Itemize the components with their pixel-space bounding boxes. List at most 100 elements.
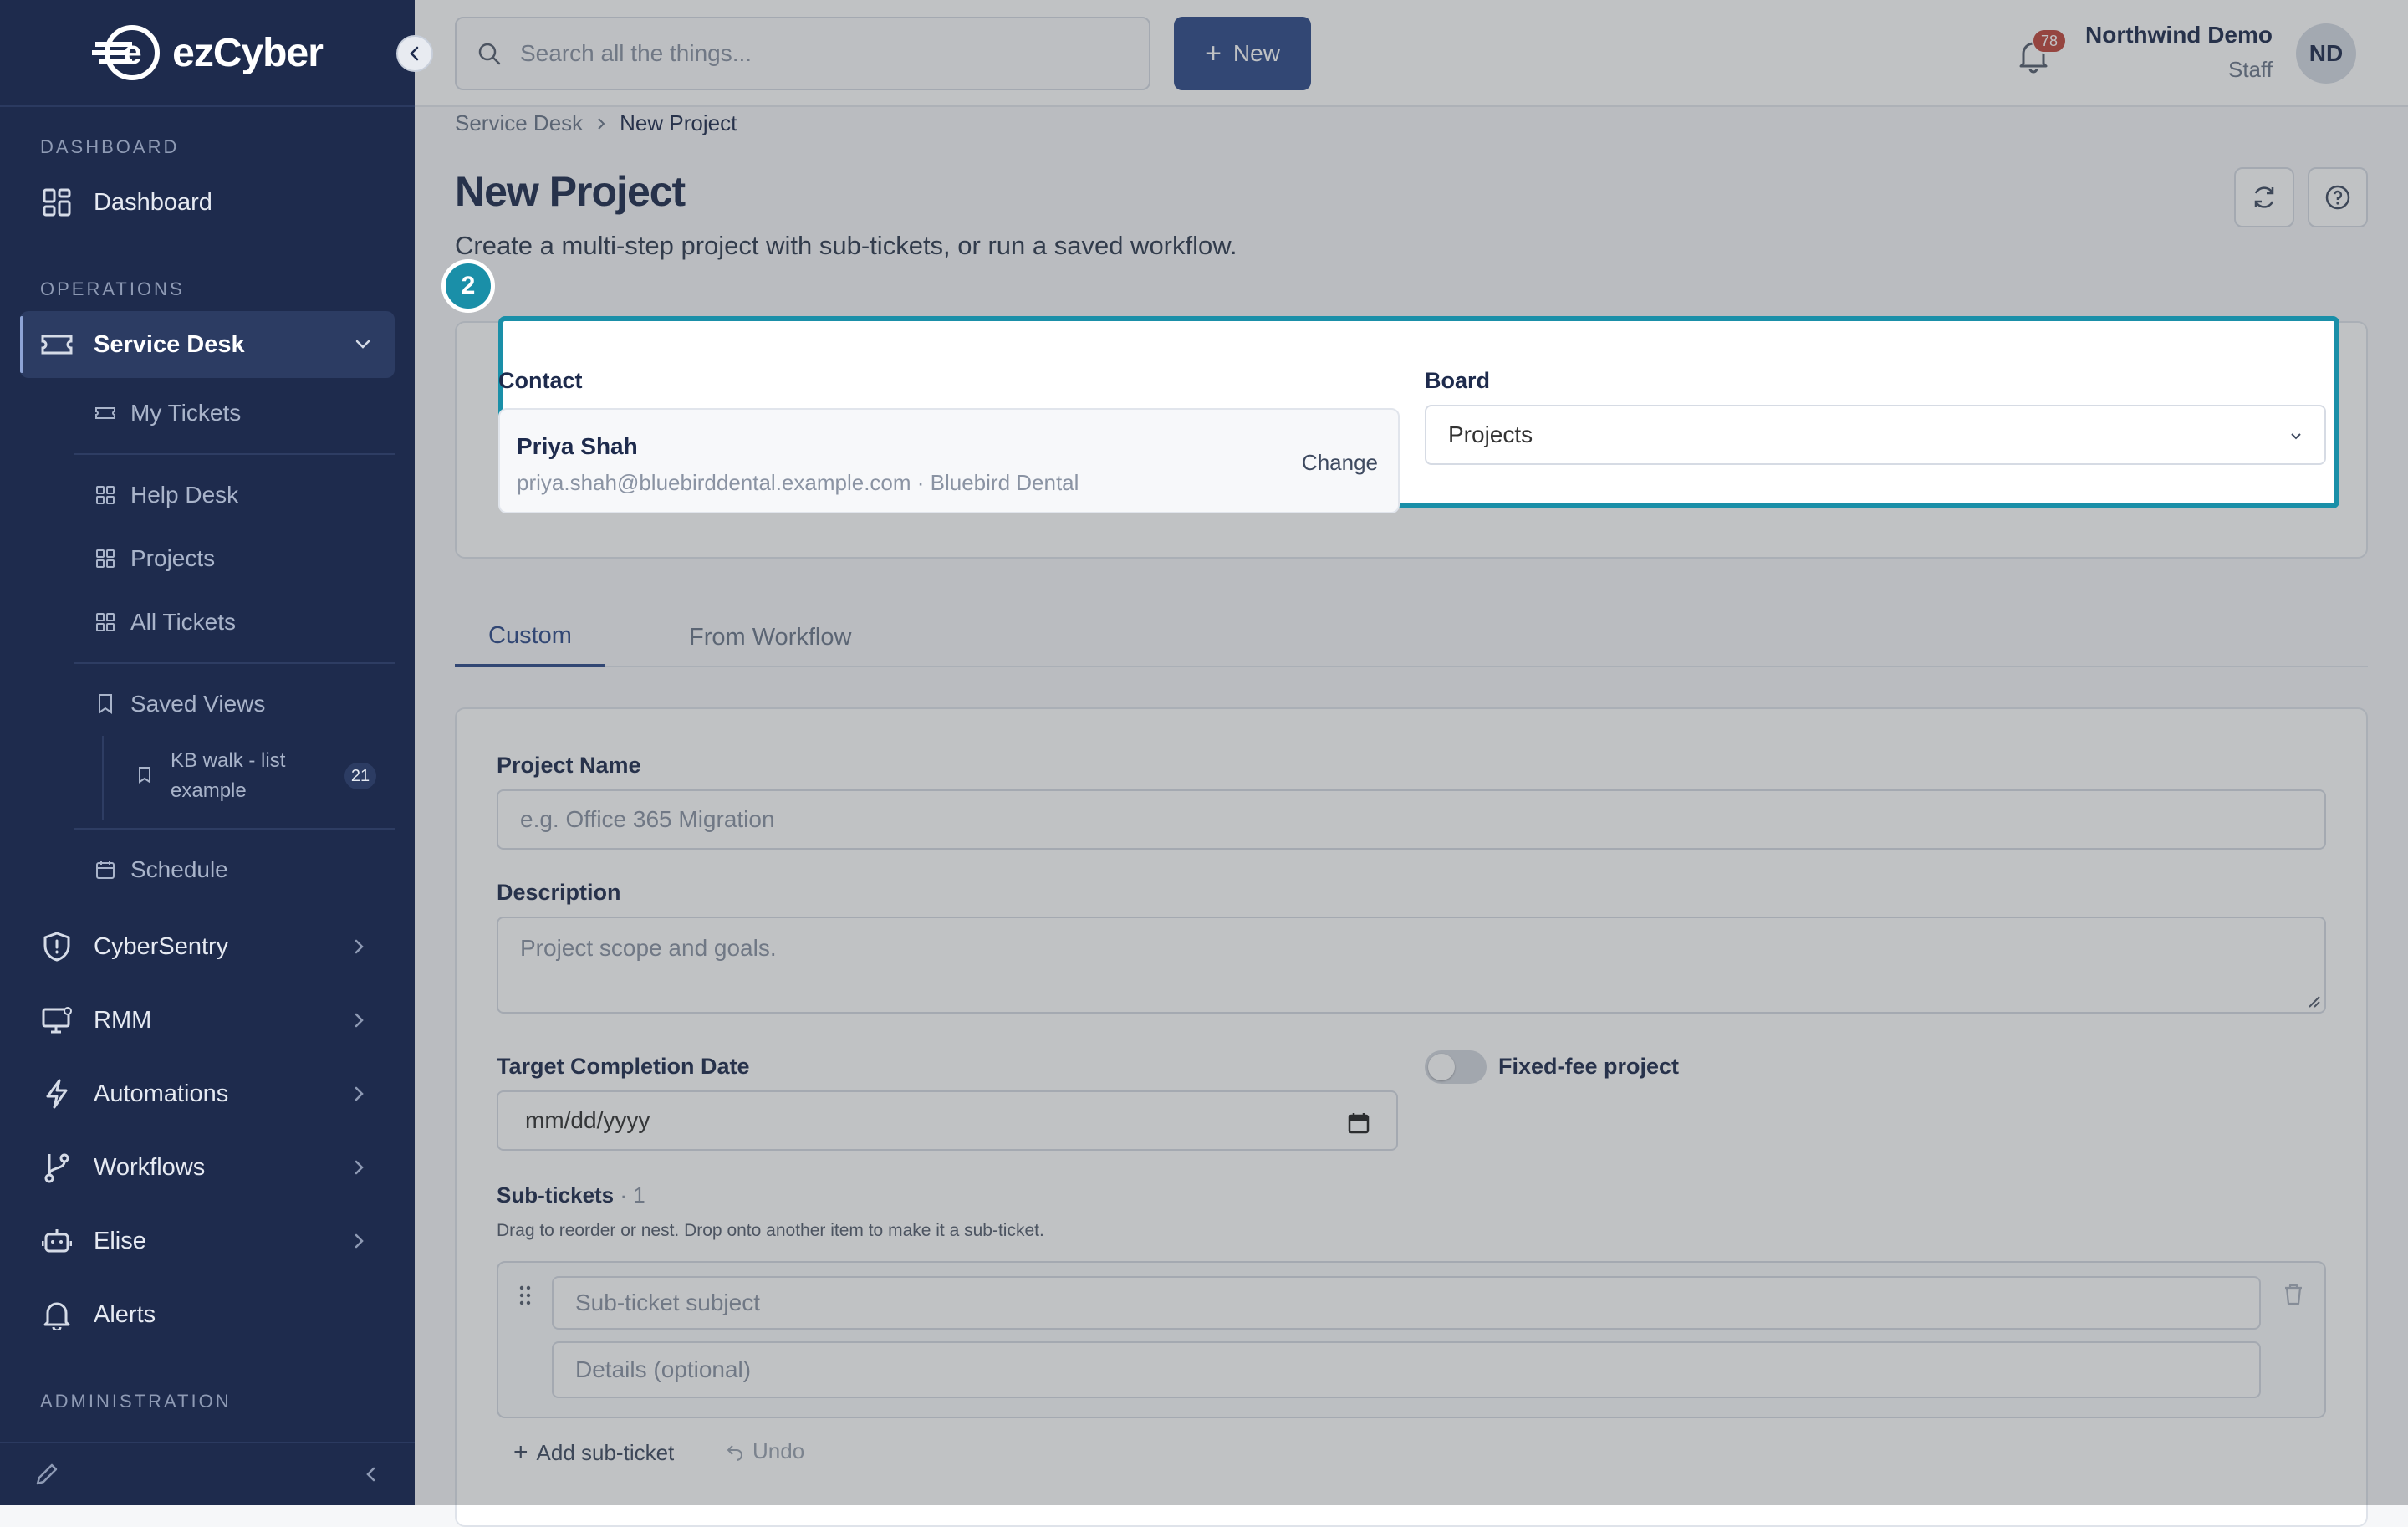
board-select-value: Projects (1448, 421, 1533, 447)
bell-icon (40, 1298, 74, 1331)
chevron-left-icon[interactable] (361, 1464, 381, 1484)
resize-handle-icon[interactable] (2304, 992, 2321, 1009)
subticket-details-placeholder: Details (optional) (575, 1356, 752, 1382)
help-desk-label: Help Desk (130, 482, 239, 508)
logo-area: e ezCyber (0, 0, 433, 107)
grid-icon (94, 610, 117, 634)
chevron-down-icon (355, 340, 370, 349)
branch-icon (40, 1151, 74, 1184)
nav-alerts[interactable]: Alerts (0, 1284, 415, 1345)
fixed-fee-toggle[interactable] (1425, 1050, 1487, 1084)
page-title: New Project (455, 168, 686, 215)
nav-rmm[interactable]: RMM (0, 990, 415, 1050)
contact-name: Priya Shah (517, 433, 638, 459)
sidebar-item-my-tickets[interactable]: My Tickets (94, 388, 241, 438)
chevron-right-icon (355, 939, 364, 954)
chevron-right-icon (355, 1233, 364, 1249)
lightning-icon (40, 1077, 74, 1111)
pencil-icon[interactable] (33, 1461, 60, 1488)
subticket-subject-input[interactable]: Sub-ticket subject (552, 1276, 2261, 1330)
target-date-placeholder: mm/dd/yyyy (525, 1107, 650, 1133)
all-tickets-label: All Tickets (130, 609, 237, 635)
sidebar-item-help-desk[interactable]: Help Desk (94, 470, 238, 520)
help-button[interactable] (2308, 167, 2368, 227)
nav-elise[interactable]: Elise (0, 1211, 415, 1271)
sidebar-item-saved-views[interactable]: Saved Views (94, 679, 265, 729)
sidebar: e ezCyber DASHBOARD Dashboard OPERATIONS… (0, 0, 433, 1505)
tree-line (102, 736, 104, 820)
subtickets-label: Sub-tickets (497, 1182, 615, 1208)
kb-walk-line1: KB walk - list (171, 749, 286, 772)
shield-icon (40, 930, 74, 963)
tab-from-workflow[interactable]: From Workflow (656, 607, 885, 667)
description-textarea[interactable]: Project scope and goals. (497, 917, 2326, 1014)
monitor-icon (40, 1004, 74, 1037)
board-select[interactable]: Projects (1425, 405, 2326, 465)
nav-dashboard[interactable]: Dashboard (0, 172, 415, 232)
nav-automations[interactable]: Automations (0, 1064, 415, 1124)
contact-details: priya.shah@bluebirddental.example.com · … (517, 470, 1079, 495)
target-date-input[interactable]: mm/dd/yyyy (497, 1090, 1398, 1151)
nav-dashboard-label: Dashboard (94, 188, 212, 216)
grid-icon (94, 483, 117, 507)
subticket-item: Sub-ticket subject Details (optional) (497, 1261, 2326, 1418)
project-name-placeholder: e.g. Office 365 Migration (520, 806, 775, 832)
project-name-input[interactable]: e.g. Office 365 Migration (497, 789, 2326, 850)
tour-highlight: Contact Priya Shah priya.shah@bluebirdde… (498, 316, 2339, 513)
nav-workflows[interactable]: Workflows (0, 1137, 415, 1198)
sidebar-item-schedule[interactable]: Schedule (94, 845, 228, 895)
plus-icon: + (513, 1438, 528, 1466)
tab-custom[interactable]: Custom (455, 607, 605, 667)
project-name-label: Project Name (497, 753, 641, 778)
my-tickets-label: My Tickets (130, 400, 242, 426)
nav-service-desk[interactable]: Service Desk (20, 311, 395, 378)
add-subticket-button[interactable]: + Add sub-ticket (513, 1438, 674, 1467)
grid-icon (94, 547, 117, 570)
saved-views-label: Saved Views (130, 691, 266, 717)
schedule-label: Schedule (130, 856, 228, 882)
breadcrumb: Service Desk New Project (455, 110, 737, 136)
subtickets-hint: Drag to reorder or nest. Drop onto anoth… (497, 1221, 1044, 1240)
subticket-details-input[interactable]: Details (optional) (552, 1341, 2261, 1398)
tour-step-badge: 2 (441, 259, 495, 313)
refresh-button[interactable] (2234, 167, 2294, 227)
nav-automations-label: Automations (94, 1080, 229, 1107)
brand-logo[interactable]: e ezCyber (92, 23, 324, 82)
chevron-down-icon (2291, 433, 2301, 440)
undo-button[interactable]: Undo (726, 1438, 804, 1464)
active-indicator (20, 316, 23, 373)
bookmark-icon (94, 692, 117, 716)
ticket-icon (94, 401, 117, 425)
page-subtitle: Create a multi-step project with sub-tic… (455, 231, 1237, 260)
nav-cybersentry-label: CyberSentry (94, 932, 229, 960)
description-label: Description (497, 880, 621, 905)
divider (74, 662, 395, 664)
kb-walk-line2: example (171, 779, 247, 802)
calendar-icon[interactable] (1348, 1112, 1370, 1134)
drag-handle-icon[interactable] (518, 1284, 532, 1306)
nav-cybersentry[interactable]: CyberSentry (0, 917, 415, 977)
section-label-administration: ADMINISTRATION (40, 1391, 232, 1412)
section-label-dashboard: DASHBOARD (40, 136, 180, 157)
help-icon (2325, 185, 2350, 210)
sidebar-item-kb-walk[interactable]: KB walk - list example 21 (134, 744, 385, 811)
tabs: Custom From Workflow (455, 607, 2368, 667)
trash-icon[interactable] (2283, 1283, 2304, 1306)
kb-walk-count-badge: 21 (344, 763, 376, 789)
sidebar-item-projects[interactable]: Projects (94, 534, 215, 584)
section-label-operations: OPERATIONS (40, 278, 185, 299)
sidebar-item-all-tickets[interactable]: All Tickets (94, 597, 236, 647)
nav-workflows-label: Workflows (94, 1153, 206, 1181)
divider (74, 453, 395, 455)
logo-mark-icon: e (92, 25, 161, 80)
change-contact-button[interactable]: Change (1302, 450, 1378, 476)
breadcrumb-parent[interactable]: Service Desk (455, 110, 583, 136)
projects-label: Projects (130, 545, 216, 571)
contact-label: Contact (498, 368, 583, 393)
contact-selection: Priya Shah priya.shah@bluebirddental.exa… (498, 408, 1400, 513)
nav-elise-label: Elise (94, 1227, 146, 1254)
board-label: Board (1425, 368, 1491, 393)
robot-icon (40, 1224, 74, 1258)
collapse-sidebar-button[interactable] (396, 35, 433, 72)
divider (74, 828, 395, 830)
